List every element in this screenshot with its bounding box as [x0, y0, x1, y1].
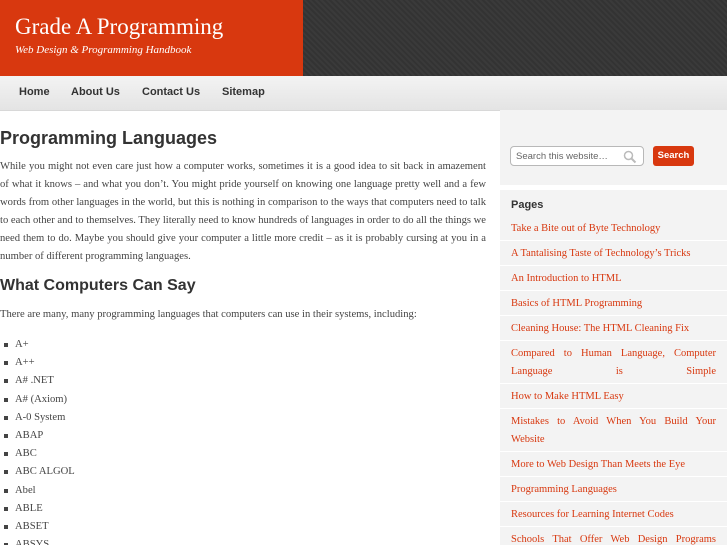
nav-item-about-us[interactable]: About Us [71, 86, 120, 98]
section-heading: What Computers Can Say [0, 277, 196, 294]
sidebar: Search Pages Take a Bite out of Byte Tec… [500, 110, 727, 545]
site-header: Grade A Programming Web Design & Program… [0, 0, 727, 76]
link-divider [500, 476, 727, 477]
sidebar-page-link[interactable]: An Introduction to HTML [511, 270, 716, 288]
sidebar-page-link[interactable]: Cleaning House: The HTML Cleaning Fix [511, 320, 716, 338]
sidebar-page-link[interactable]: Basics of HTML Programming [511, 295, 716, 313]
link-divider [500, 526, 727, 527]
link-divider [500, 315, 727, 316]
sidebar-divider [500, 185, 727, 190]
link-divider [500, 501, 727, 502]
nav-item-home[interactable]: Home [19, 86, 50, 98]
list-item: Abel [0, 482, 75, 500]
list-item: ABSYS [0, 536, 75, 545]
list-item: A++ [0, 354, 75, 372]
list-item: A# (Axiom) [0, 391, 75, 409]
nav-item-sitemap[interactable]: Sitemap [222, 86, 265, 98]
list-item: A+ [0, 336, 75, 354]
list-item: A# .NET [0, 372, 75, 390]
search-button[interactable]: Search [653, 146, 694, 166]
link-divider [500, 408, 727, 409]
link-divider [500, 240, 727, 241]
sidebar-page-link[interactable]: Programming Languages [511, 481, 716, 499]
list-item: ABSET [0, 518, 75, 536]
list-item: ABC [0, 445, 75, 463]
sidebar-page-link[interactable]: Resources for Learning Internet Codes [511, 506, 716, 524]
link-divider [500, 451, 727, 452]
brand-block[interactable]: Grade A Programming Web Design & Program… [0, 0, 303, 76]
sidebar-page-link[interactable]: Take a Bite out of Byte Technology [511, 220, 716, 238]
link-divider [500, 340, 727, 341]
link-divider [500, 383, 727, 384]
article-paragraph: While you might not even care just how a… [0, 161, 486, 262]
sidebar-page-link[interactable]: How to Make HTML Easy [511, 388, 716, 406]
search-box [510, 146, 644, 166]
site-title[interactable]: Grade A Programming [15, 14, 223, 40]
sidebar-page-link[interactable]: More to Web Design Than Meets the Eye [511, 456, 716, 474]
language-list: A+ A++ A# .NET A# (Axiom) A-0 System ABA… [0, 336, 75, 545]
list-item: ABC ALGOL [0, 463, 75, 481]
pages-heading: Pages [511, 199, 544, 211]
sidebar-page-link[interactable]: Schools That Offer Web Design Programs [511, 531, 716, 545]
sidebar-page-link[interactable]: A Tantalising Taste of Technology’s Tric… [511, 245, 716, 263]
link-divider [500, 290, 727, 291]
page-title: Programming Languages [0, 128, 218, 148]
list-item: ABAP [0, 427, 75, 445]
search-input[interactable] [516, 150, 621, 162]
magnifier-icon [623, 150, 637, 164]
list-item: ABLE [0, 500, 75, 518]
list-item: A-0 System [0, 409, 75, 427]
list-intro: There are many, many programming languag… [0, 309, 417, 320]
nav-item-contact-us[interactable]: Contact Us [142, 86, 200, 98]
main-content: Programming Languages While you might no… [0, 110, 490, 545]
site-tagline: Web Design & Programming Handbook [15, 44, 192, 56]
link-divider [500, 265, 727, 266]
main-nav: Home About Us Contact Us Sitemap [0, 76, 727, 111]
